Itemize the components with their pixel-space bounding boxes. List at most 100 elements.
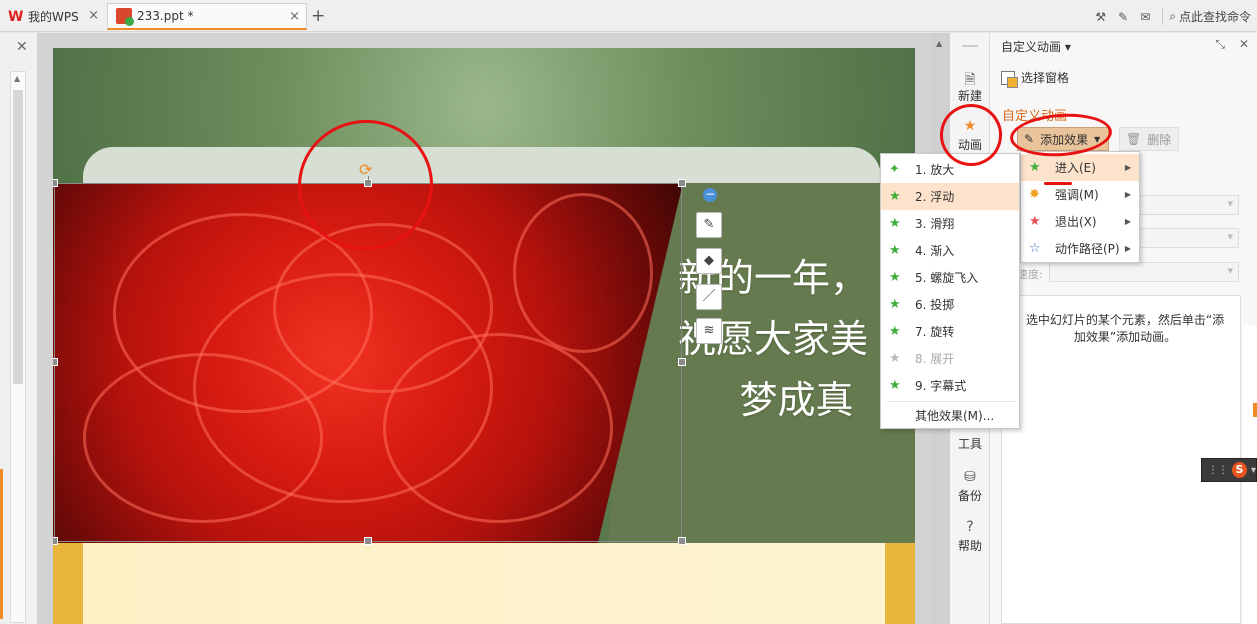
pane-controls: ⤡ ✕ (1215, 37, 1249, 52)
edit-shape-icon[interactable]: ✎ (696, 212, 722, 238)
command-search[interactable]: ⌕ 点此查找命令 (1162, 8, 1251, 25)
enter-star-icon: ★ (1029, 160, 1041, 175)
effect-item[interactable]: ★ 5. 螺旋飞入 (881, 264, 1019, 291)
effect-item[interactable]: ★ 2. 浮动 (881, 183, 1019, 210)
add-effect-menu: ★ 进入(E) ▶ ✸ 强调(M) ▶ ★ 退出(X) ▶ ☆ 动作路径(P) … (1020, 151, 1140, 263)
chevron-down-icon: ▾ (1250, 464, 1256, 476)
tab-label: 我的WPS (28, 10, 79, 24)
close-icon[interactable]: ✕ (16, 39, 28, 55)
delete-button[interactable]: 🗑 删除 (1119, 127, 1179, 151)
tab-label: 233.ppt * (137, 9, 194, 23)
submenu-arrow-icon: ▶ (1124, 190, 1131, 199)
select-pane-button[interactable]: 选择窗格 (1001, 69, 1069, 88)
resize-handle[interactable] (678, 358, 686, 366)
hint-text: 选中幻灯片的某个元素，然后单击“添加效果”添加动画。 (1025, 313, 1225, 344)
new-tab-button[interactable]: + (311, 6, 325, 26)
trash-icon: 🗑 (1126, 132, 1142, 146)
scroll-up-icon[interactable]: ▲ (14, 74, 20, 83)
effect-item[interactable]: ★ 4. 渐入 (881, 237, 1019, 264)
selection-pane-icon (1001, 70, 1018, 88)
tab-bar: W 我的WPS × 233.ppt * × + ⚒ ✎ ✉ ⌕ 点此查找命令 (0, 0, 1257, 32)
new-file-icon: 🗎 (964, 72, 976, 88)
effect-star-icon: ★ (889, 243, 901, 258)
slide[interactable]: 新的一年， 祝愿大家美 梦成真 ⟳ − ✎ ◆ ／ ≋ (53, 48, 915, 624)
command-search-label: 点此查找命令 (1178, 10, 1251, 24)
scroll-thumb[interactable] (13, 90, 23, 384)
effect-item[interactable]: ★ 3. 滑翔 (881, 210, 1019, 237)
submenu-arrow-icon: ▶ (1124, 244, 1131, 253)
side-help-button[interactable]: ? 帮助 (950, 519, 990, 554)
slide-footer (53, 543, 915, 624)
grip-icon (962, 45, 978, 47)
side-label: 工具 (957, 437, 982, 451)
exit-star-icon: ★ (1029, 214, 1041, 229)
slide-text-line: 梦成真 (739, 378, 854, 422)
sogou-ime-icon: S (1232, 462, 1247, 478)
resize-handle[interactable] (53, 537, 58, 545)
resize-handle[interactable] (53, 358, 58, 366)
scrollbar[interactable]: ▲ (10, 71, 26, 623)
enter-effects-submenu: ✦ 1. 放大 ★ 2. 浮动 ★ 3. 滑翔 ★ 4. 渐入 ★ 5. 螺旋飞… (880, 153, 1020, 429)
search-icon: ⌕ (1169, 9, 1176, 23)
close-icon[interactable]: × (88, 8, 99, 23)
submenu-arrow-icon: ▶ (1124, 217, 1131, 226)
grip-icon: ⋮⋮ (1208, 464, 1228, 476)
collapse-icon[interactable]: − (703, 188, 717, 202)
resize-handle[interactable] (678, 537, 686, 545)
speed-label: 速度: (1017, 268, 1043, 281)
slide-canvas: 新的一年， 祝愿大家美 梦成真 ⟳ − ✎ ◆ ／ ≋ (38, 33, 931, 624)
resize-handle[interactable] (53, 179, 58, 187)
speed-select[interactable] (1049, 262, 1239, 282)
effect-star-icon: ✦ (889, 162, 900, 177)
menu-item-emphasis[interactable]: ✸ 强调(M) ▶ (1021, 181, 1139, 208)
effect-item[interactable]: ★ 9. 字幕式 (881, 372, 1019, 399)
help-icon: ? (966, 519, 974, 535)
ime-toolbar[interactable]: ⋮⋮ S ▾ (1201, 458, 1257, 482)
submenu-arrow-icon: ▶ (1124, 163, 1131, 172)
close-icon[interactable]: × (289, 9, 300, 24)
effect-star-icon: ★ (889, 324, 901, 339)
side-new-button[interactable]: 🗎 新建 (950, 69, 990, 104)
side-backup-button[interactable]: ⛁ 备份 (950, 469, 990, 504)
layers-icon[interactable]: ≋ (696, 318, 722, 344)
effect-star-icon: ★ (889, 378, 901, 393)
chevron-down-icon: ▾ (1064, 40, 1071, 54)
pane-title[interactable]: 自定义动画 ▾ (1001, 38, 1071, 55)
floating-toolbar: − ✎ ◆ ／ ≋ (693, 188, 725, 363)
fill-icon[interactable]: ◆ (696, 248, 722, 274)
resize-handle[interactable] (364, 537, 372, 545)
menu-item-enter[interactable]: ★ 进入(E) ▶ (1021, 154, 1139, 181)
wps-logo-icon: W (8, 8, 24, 25)
left-rail: ✕ ▲ (0, 33, 38, 624)
outline-icon[interactable]: ／ (696, 284, 722, 310)
effect-item[interactable]: ✦ 1. 放大 (881, 156, 1019, 183)
expand-icon[interactable]: ▲ (936, 39, 942, 48)
resize-handle[interactable] (678, 179, 686, 187)
skin-icon[interactable]: ⚒ (1095, 10, 1106, 24)
feedback-icon[interactable]: ✎ (1118, 10, 1128, 24)
more-effects-item[interactable]: 其他效果(M)... (881, 402, 1019, 429)
menu-item-exit[interactable]: ★ 退出(X) ▶ (1021, 208, 1139, 235)
tab-233-ppt[interactable]: 233.ppt * × (107, 3, 307, 30)
motion-path-star-icon: ☆ (1029, 241, 1041, 256)
side-label: 帮助 (957, 539, 982, 553)
effect-star-icon: ★ (889, 351, 901, 366)
tab-my-wps[interactable]: W 我的WPS × (0, 3, 105, 30)
menu-item-motion-path[interactable]: ☆ 动作路径(P) ▶ (1021, 235, 1139, 262)
backup-icon: ⛁ (964, 469, 976, 485)
effect-star-icon: ★ (889, 297, 901, 312)
emphasis-star-icon: ✸ (1029, 187, 1040, 202)
top-right-toolbar: ⚒ ✎ ✉ ⌕ 点此查找命令 (1095, 8, 1251, 25)
side-label: 新建 (957, 89, 982, 103)
effect-item[interactable]: ★ 8. 展开 (881, 345, 1019, 372)
message-icon[interactable]: ✉ (1140, 10, 1150, 24)
effect-star-icon: ★ (889, 270, 901, 285)
close-icon[interactable]: ✕ (1239, 37, 1249, 52)
effect-star-icon: ★ (889, 189, 901, 204)
side-label: 备份 (957, 489, 982, 503)
effect-item[interactable]: ★ 7. 旋转 (881, 318, 1019, 345)
effect-item[interactable]: ★ 6. 投掷 (881, 291, 1019, 318)
pane-edge-marker (1253, 403, 1257, 417)
minimize-icon[interactable]: ⤡ (1215, 37, 1225, 52)
red-annotation-underline (1044, 182, 1072, 185)
